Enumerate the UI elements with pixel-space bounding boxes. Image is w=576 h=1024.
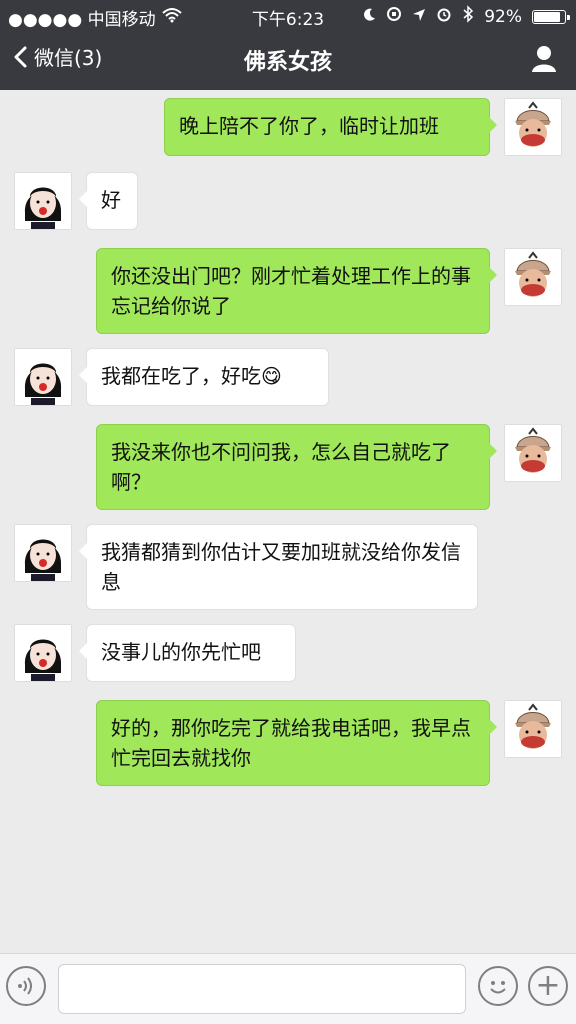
bluetooth-icon — [462, 5, 474, 28]
message-input[interactable] — [58, 964, 466, 1014]
message-row: 我没来你也不问问我，怎么自己就吃了啊？ — [96, 424, 562, 510]
sent-message-bubble[interactable]: 我没来你也不问问我，怎么自己就吃了啊？ — [96, 424, 497, 510]
emoji-button[interactable] — [478, 966, 518, 1006]
message-row: 好的，那你吃完了就给我电话吧，我早点忙完回去就找你 — [96, 700, 562, 786]
received-message-bubble[interactable]: 好 — [79, 172, 138, 230]
received-message-bubble[interactable]: 我猜都猜到你估计又要加班就没给你发信息 — [79, 524, 478, 610]
message-row: 好 — [14, 172, 138, 230]
user-icon — [532, 46, 556, 72]
alarm-icon — [436, 6, 452, 27]
message-row: 你还没出门吧？刚才忙着处理工作上的事忘记给你说了 — [96, 248, 562, 334]
smiley-icon — [490, 981, 506, 994]
sent-message-bubble[interactable]: 晚上陪不了你了，临时让加班 — [164, 98, 497, 156]
contact-avatar[interactable] — [14, 172, 72, 230]
contact-avatar[interactable] — [14, 348, 72, 406]
message-row: 我都在吃了，好吃😋 — [14, 348, 329, 406]
message-row: 晚上陪不了你了，临时让加班 — [164, 98, 562, 156]
self-avatar[interactable] — [504, 700, 562, 758]
input-bar: + — [0, 953, 576, 1024]
status-right: 92% — [362, 5, 570, 28]
top-bar: ●●●●● 中国移动 下午6:23 92% 微信(3) 佛系女孩 — [0, 0, 576, 90]
plus-button[interactable]: + — [528, 966, 568, 1006]
moon-icon — [362, 7, 376, 27]
self-avatar[interactable] — [504, 424, 562, 482]
location-icon — [412, 7, 426, 27]
chat-title: 佛系女孩 — [243, 50, 332, 75]
nav-bar: 微信(3) 佛系女孩 — [0, 30, 576, 90]
plus-icon: + — [535, 968, 561, 1003]
contact-avatar[interactable] — [14, 524, 72, 582]
voice-icon — [18, 977, 32, 995]
sent-message-bubble[interactable]: 好的，那你吃完了就给我电话吧，我早点忙完回去就找你 — [96, 700, 497, 786]
message-row: 没事儿的你先忙吧 — [14, 624, 296, 682]
self-avatar[interactable] — [504, 248, 562, 306]
sent-message-bubble[interactable]: 你还没出门吧？刚才忙着处理工作上的事忘记给你说了 — [96, 248, 497, 334]
status-bar: ●●●●● 中国移动 下午6:23 92% — [0, 0, 576, 30]
rotation-lock-icon — [386, 6, 402, 27]
self-avatar[interactable] — [504, 98, 562, 156]
battery-percent: 92% — [484, 6, 522, 27]
contact-avatar[interactable] — [14, 624, 72, 682]
received-message-bubble[interactable]: 我都在吃了，好吃😋 — [79, 348, 329, 406]
battery-icon — [532, 9, 570, 24]
received-message-bubble[interactable]: 没事儿的你先忙吧 — [79, 624, 296, 682]
voice-button[interactable] — [6, 966, 46, 1006]
profile-button[interactable] — [528, 42, 560, 74]
message-row: 我猜都猜到你估计又要加班就没给你发信息 — [14, 524, 478, 610]
